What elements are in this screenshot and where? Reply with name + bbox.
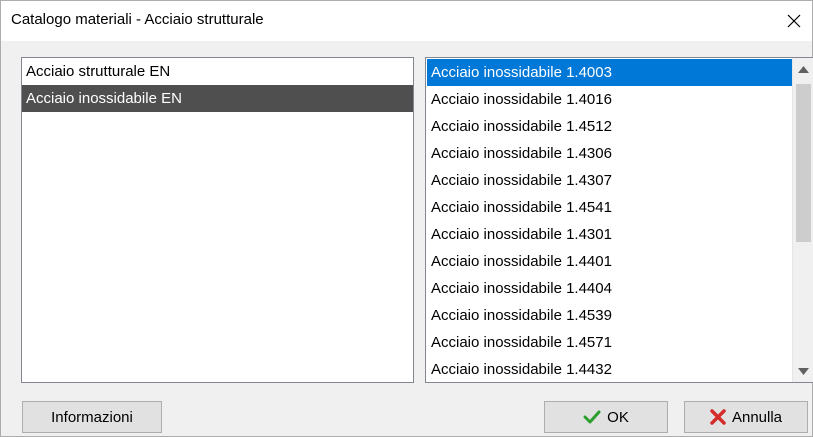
red-x-icon bbox=[710, 409, 726, 425]
material-list-scrollbar[interactable] bbox=[792, 58, 813, 382]
category-item[interactable]: Acciaio strutturale EN bbox=[22, 58, 413, 85]
material-item[interactable]: Acciaio inossidabile 1.4512 bbox=[427, 113, 795, 140]
cancel-button[interactable]: Annulla bbox=[684, 401, 808, 433]
material-item[interactable]: Acciaio inossidabile 1.4541 bbox=[427, 194, 795, 221]
material-catalog-dialog: Catalogo materiali - Acciaio strutturale… bbox=[0, 0, 813, 437]
scroll-up-button[interactable] bbox=[793, 58, 813, 80]
material-item[interactable]: Acciaio inossidabile 1.4539 bbox=[427, 302, 795, 329]
material-item[interactable]: Acciaio inossidabile 1.4306 bbox=[427, 140, 795, 167]
title-bar: Catalogo materiali - Acciaio strutturale bbox=[1, 1, 812, 41]
material-item[interactable]: Acciaio inossidabile 1.4016 bbox=[427, 86, 795, 113]
triangle-up-icon bbox=[798, 65, 809, 73]
close-icon bbox=[787, 14, 801, 28]
close-button[interactable] bbox=[780, 7, 808, 35]
ok-button[interactable]: OK bbox=[544, 401, 668, 433]
material-item[interactable]: Acciaio inossidabile 1.4404 bbox=[427, 275, 795, 302]
material-item[interactable]: Acciaio inossidabile 1.4307 bbox=[427, 167, 795, 194]
material-item-selected[interactable]: Acciaio inossidabile 1.4003 bbox=[427, 59, 795, 86]
cancel-button-label: Annulla bbox=[731, 408, 783, 426]
info-button-label: Informazioni bbox=[51, 408, 133, 426]
category-list[interactable]: Acciaio strutturale EN Acciaio inossidab… bbox=[21, 57, 414, 383]
category-item-selected[interactable]: Acciaio inossidabile EN bbox=[22, 85, 413, 112]
material-item[interactable]: Acciaio inossidabile 1.4571 bbox=[427, 329, 795, 356]
scroll-down-button[interactable] bbox=[793, 360, 813, 382]
material-item[interactable]: Acciaio inossidabile 1.4301 bbox=[427, 221, 795, 248]
material-list[interactable]: Acciaio inossidabile 1.4003 Acciaio inos… bbox=[425, 57, 813, 383]
scroll-thumb[interactable] bbox=[796, 84, 811, 242]
ok-button-label: OK bbox=[607, 408, 629, 426]
material-item[interactable]: Acciaio inossidabile 1.4401 bbox=[427, 248, 795, 275]
material-item[interactable]: Acciaio inossidabile 1.4432 bbox=[427, 356, 795, 382]
material-items: Acciaio inossidabile 1.4003 Acciaio inos… bbox=[427, 59, 795, 382]
info-button[interactable]: Informazioni bbox=[22, 401, 162, 433]
triangle-down-icon bbox=[798, 367, 809, 375]
window-title: Catalogo materiali - Acciaio strutturale bbox=[11, 11, 264, 28]
checkmark-icon bbox=[583, 410, 601, 424]
